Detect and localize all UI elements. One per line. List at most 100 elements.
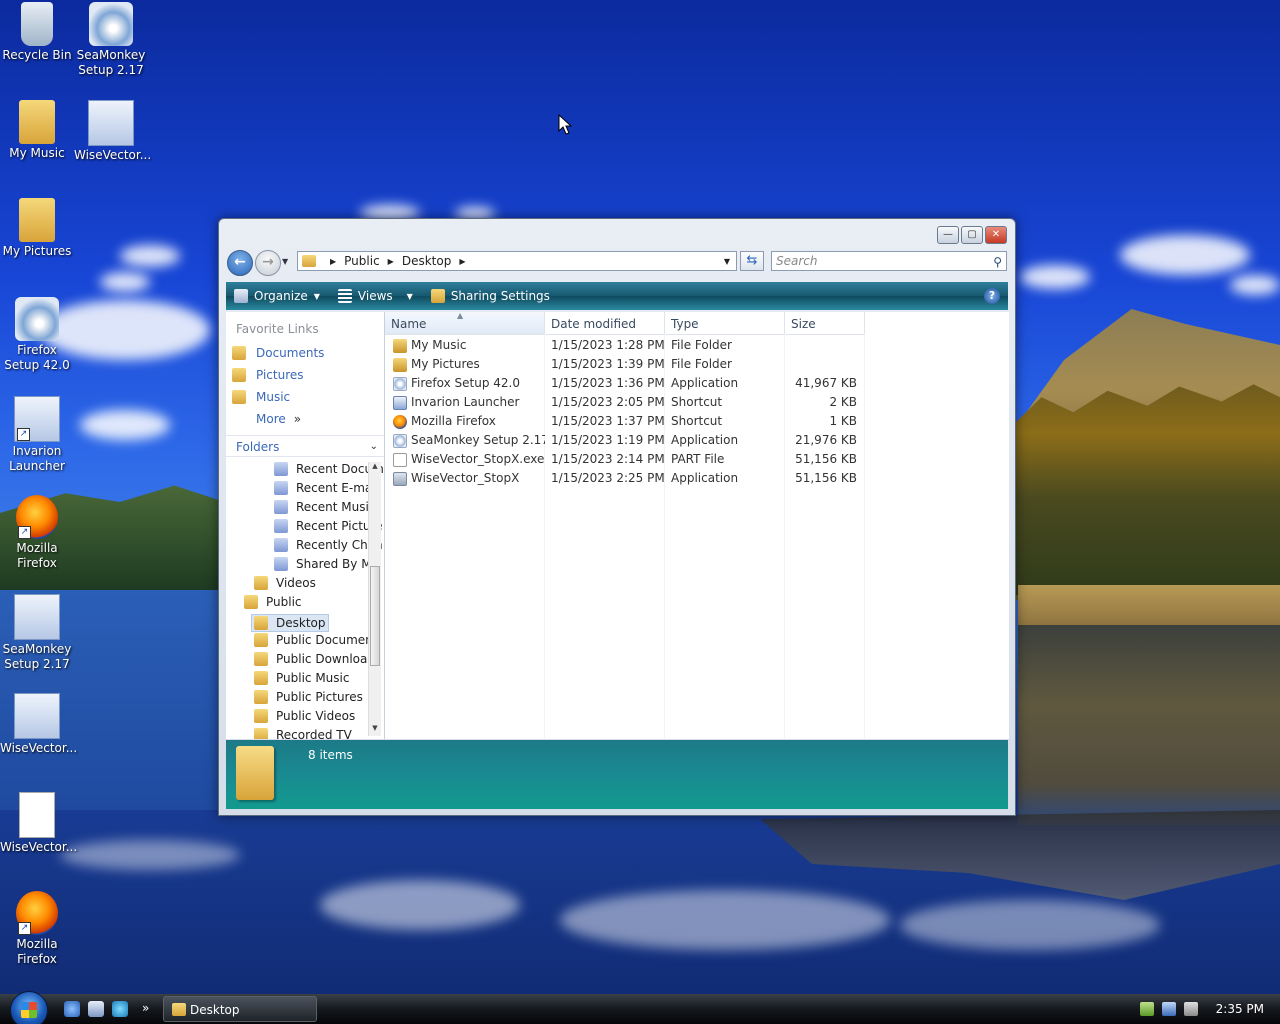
- shortcut-arrow-icon: ↗: [18, 526, 31, 539]
- tree-item[interactable]: Public Music: [254, 671, 349, 685]
- tree-item[interactable]: Videos: [254, 576, 316, 590]
- tree-item[interactable]: Public Documen: [254, 633, 373, 647]
- column-type[interactable]: Type: [665, 312, 785, 334]
- tree-item[interactable]: Public Pictures: [254, 690, 363, 704]
- tree-item[interactable]: Recently Chan: [274, 538, 383, 552]
- favorite-more[interactable]: More »: [256, 412, 301, 426]
- application-icon: [14, 693, 60, 739]
- size-cell: 2 KB: [829, 395, 857, 409]
- type-cell: PART File: [671, 452, 725, 466]
- desktop-icon-label: WiseVector...: [0, 741, 78, 755]
- back-button[interactable]: ←: [227, 250, 253, 276]
- desktop-icon[interactable]: Firefox Setup 42.0: [0, 297, 74, 373]
- size-cell: [785, 355, 865, 374]
- tree-item[interactable]: Public: [244, 595, 302, 609]
- breadcrumb-separator-icon[interactable]: ▶: [459, 257, 465, 266]
- search-icon[interactable]: ⚲: [993, 253, 1002, 271]
- breadcrumb-desktop[interactable]: Desktop: [402, 254, 452, 268]
- column-size-label: Size: [791, 317, 816, 331]
- chevron-down-icon: ▼: [406, 291, 413, 301]
- table-row[interactable]: WiseVector_StopX.exe.... 1/15/2023 2:14 P…: [385, 450, 865, 469]
- document-icon: [393, 452, 407, 467]
- column-date-modified[interactable]: Date modified: [545, 312, 665, 334]
- folder-icon: [274, 557, 288, 571]
- tree-item[interactable]: Public Videos: [254, 709, 355, 723]
- desktop-icon[interactable]: ↗ Mozilla Firefox: [0, 891, 74, 967]
- clock[interactable]: 2:35 PM: [1216, 1002, 1264, 1016]
- help-button[interactable]: ?: [984, 288, 1000, 304]
- date-modified-cell: 1/15/2023 2:25 PM: [551, 471, 665, 485]
- desktop-icon[interactable]: ↗ Mozilla Firefox: [0, 495, 74, 571]
- scroll-down-icon[interactable]: ▼: [370, 724, 380, 736]
- tree-item[interactable]: Recorded TV: [254, 728, 352, 739]
- desktop-icon[interactable]: WiseVector...: [0, 792, 78, 855]
- column-size[interactable]: Size: [785, 312, 865, 334]
- breadcrumb-public[interactable]: Public: [344, 254, 380, 268]
- table-row[interactable]: Firefox Setup 42.0 1/15/2023 1:36 PM Appli…: [385, 374, 865, 393]
- maximize-button[interactable]: ▢: [961, 226, 983, 244]
- sharing-settings-button[interactable]: Sharing Settings: [423, 289, 560, 303]
- tree-item[interactable]: Recent Picture: [274, 519, 383, 533]
- tree-item[interactable]: Public Downloac: [254, 652, 374, 666]
- tree-item[interactable]: Recent E-mail: [274, 481, 379, 495]
- column-name[interactable]: ▲ Name: [385, 311, 545, 334]
- desktop-icon[interactable]: My Pictures: [0, 198, 74, 259]
- desktop-icon[interactable]: SeaMonkey Setup 2.17: [0, 594, 74, 672]
- scroll-up-icon[interactable]: ▲: [370, 462, 380, 474]
- table-row[interactable]: Invarion Launcher 1/15/2023 2:05 PM Shortc…: [385, 393, 865, 412]
- desktop-icon[interactable]: My Music: [0, 100, 74, 161]
- network-icon[interactable]: [1161, 1002, 1176, 1016]
- organize-button[interactable]: Organize ▼: [226, 289, 330, 303]
- tree-item-label: Public Pictures: [276, 690, 363, 704]
- close-button[interactable]: ✕: [985, 226, 1007, 244]
- folders-header[interactable]: Folders ⌄: [226, 435, 384, 457]
- desktop-icon[interactable]: Recycle Bin: [0, 2, 74, 63]
- breadcrumb-separator-icon[interactable]: ▶: [330, 257, 336, 266]
- application-icon: [88, 100, 134, 146]
- table-row[interactable]: My Music 1/15/2023 1:28 PM File Folder: [385, 336, 865, 355]
- address-bar[interactable]: ▶ Public ▶ Desktop ▶ ▼: [297, 251, 737, 271]
- tree-item[interactable]: Recent Music: [274, 500, 375, 514]
- desktop-icon[interactable]: SeaMonkey Setup 2.17: [74, 2, 148, 78]
- desktop-icon-label: My Music: [9, 146, 65, 160]
- breadcrumb-separator-icon[interactable]: ▶: [388, 257, 394, 266]
- views-button[interactable]: Views ▼: [330, 289, 423, 303]
- minimize-button[interactable]: —: [937, 226, 959, 244]
- refresh-button[interactable]: ⇆: [740, 251, 764, 271]
- table-row[interactable]: WiseVector_StopX 1/15/2023 2:25 PM Applica…: [385, 469, 865, 488]
- favorite-pictures[interactable]: Pictures: [232, 368, 304, 382]
- recent-pages-dropdown[interactable]: ▼: [282, 257, 288, 266]
- tree-scrollbar[interactable]: ▲ ▼: [368, 462, 381, 736]
- recycle-bin-icon: [21, 2, 53, 46]
- desktop-icon[interactable]: ↗ Invarion Launcher: [0, 396, 74, 474]
- search-input[interactable]: Search ⚲: [771, 251, 1007, 271]
- file-name: WiseVector_StopX: [411, 471, 520, 485]
- file-list[interactable]: ▲ Name Date modified Type Size My Music 1…: [385, 311, 1009, 739]
- tree-item[interactable]: Shared By Me: [274, 557, 379, 571]
- address-dropdown-icon[interactable]: ▼: [724, 257, 730, 266]
- taskbar-button-desktop[interactable]: Desktop: [163, 996, 317, 1022]
- folder-icon: [254, 709, 268, 723]
- type-cell: File Folder: [671, 357, 732, 371]
- forward-button[interactable]: →: [255, 250, 281, 276]
- start-button[interactable]: [10, 991, 48, 1024]
- show-desktop-icon[interactable]: [88, 1001, 104, 1017]
- favorite-music[interactable]: Music: [232, 390, 290, 404]
- tree-item[interactable]: Desktop: [251, 614, 329, 632]
- scrollbar-thumb[interactable]: [370, 566, 380, 666]
- quick-launch-ie-icon[interactable]: [64, 1001, 80, 1017]
- desktop-icon[interactable]: WiseVector...: [74, 100, 151, 163]
- security-icon[interactable]: [1139, 1002, 1154, 1016]
- quick-launch-overflow-icon[interactable]: »: [142, 1001, 152, 1017]
- desktop-icon[interactable]: WiseVector...: [0, 693, 78, 756]
- table-row[interactable]: Mozilla Firefox 1/15/2023 1:37 PM Shortcut…: [385, 412, 865, 431]
- desktop-icon-label: WiseVector...: [0, 840, 78, 854]
- organize-label: Organize: [254, 289, 308, 303]
- favorite-documents[interactable]: Documents: [232, 346, 324, 360]
- explorer-window[interactable]: — ▢ ✕ ← → ▼ ▶ Public ▶ Desktop ▶ ▼ ⇆ Sea…: [218, 218, 1016, 816]
- switch-windows-icon[interactable]: [112, 1001, 128, 1017]
- table-row[interactable]: My Pictures 1/15/2023 1:39 PM File Folder: [385, 355, 865, 374]
- table-row[interactable]: SeaMonkey Setup 2.17 1/15/2023 1:19 PM App…: [385, 431, 865, 450]
- volume-icon[interactable]: [1183, 1002, 1198, 1016]
- sharing-icon: [430, 289, 445, 303]
